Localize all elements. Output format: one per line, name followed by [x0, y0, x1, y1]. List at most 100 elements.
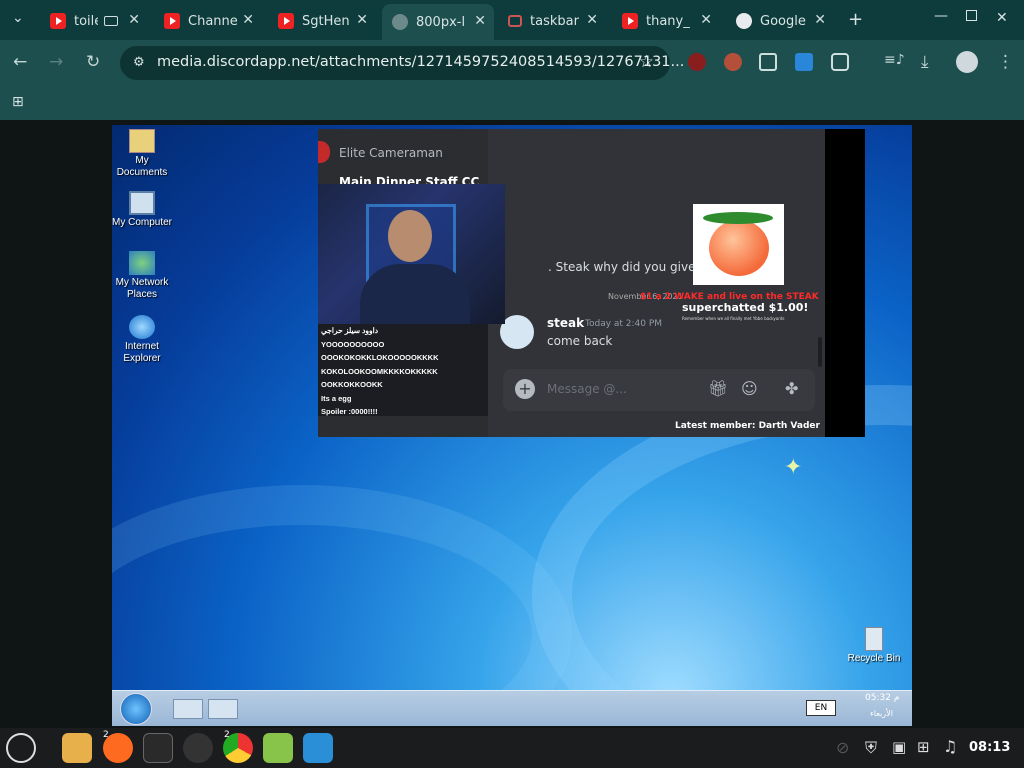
message-author: steak [547, 316, 585, 330]
mint-menu-icon[interactable] [6, 733, 36, 763]
menu-kebab-icon[interactable]: ⋮ [997, 52, 1014, 72]
desktop-icon-my-network-places[interactable]: My Network Places [112, 251, 174, 301]
network-icon[interactable]: ⊞ [917, 738, 930, 756]
apps-grid-icon[interactable]: ⊞ [12, 94, 24, 110]
youtube-icon [278, 13, 294, 29]
close-tab-icon[interactable]: ✕ [474, 13, 486, 29]
start-orb-icon[interactable] [120, 693, 152, 725]
tab-title: taskbar [530, 13, 579, 29]
channel-name: Elite Cameraman [339, 146, 443, 160]
url-text: media.discordapp.net/attachments/1271459… [157, 54, 685, 70]
text-editor-icon[interactable] [303, 733, 333, 763]
shield-icon[interactable]: ⛨ [865, 738, 877, 758]
tab-search-icon[interactable]: ⌄ [12, 10, 24, 26]
update-icon[interactable]: ⊘ [836, 738, 849, 757]
show-desktop-icon[interactable] [173, 699, 203, 719]
add-attachment-icon[interactable]: + [515, 379, 535, 399]
bookmark-star-icon[interactable]: ☆ [639, 52, 654, 72]
obs-icon[interactable] [183, 733, 213, 763]
minimize-button[interactable]: — [934, 8, 948, 24]
desktop-icon-label: My Computer [112, 217, 172, 228]
server-icon [318, 141, 330, 163]
leaf-icon [703, 212, 773, 224]
sticker-icon[interactable]: ☺ [741, 379, 758, 398]
system-taskbar: 2 2 ⊘ ⛨ ▣ ⊞ ♫ 08:13 [0, 728, 1024, 768]
translate-extension-icon[interactable] [795, 53, 813, 71]
tab-7[interactable]: Google ✕ [726, 6, 834, 36]
desktop-icon-label: My Documents [116, 155, 168, 178]
discord-stream-capture: Elite Cameraman Main Dinner Staff CC . S… [318, 129, 865, 437]
globe-icon [392, 14, 408, 30]
tab-4-active[interactable]: 800px-l ✕ [382, 4, 494, 40]
close-tab-icon[interactable]: ✕ [700, 12, 712, 28]
message-input[interactable]: + Message @... 🎁︎ ☺ ✤ [503, 369, 815, 411]
recycle-bin-icon [865, 627, 883, 651]
clock[interactable]: 08:13 [969, 740, 1010, 755]
script-extension-icon[interactable] [759, 53, 777, 71]
folder-icon [129, 129, 155, 153]
superchat-subtext: Remember when we all finally met Ybbe ba… [682, 316, 785, 321]
media-control-icon[interactable]: ≡♪ [884, 52, 905, 68]
clipboard-icon[interactable]: ▣ [892, 738, 906, 756]
calc-icon[interactable] [263, 733, 293, 763]
avatar [500, 315, 534, 349]
youtube-icon [50, 13, 66, 29]
desktop-icon-internet-explorer[interactable]: Internet Explorer [112, 315, 174, 365]
audio-icon[interactable]: ♫ [943, 737, 957, 756]
tab-5[interactable]: taskbar ✕ [498, 6, 606, 36]
youtube-icon [622, 13, 638, 29]
close-tab-icon[interactable]: ✕ [586, 12, 598, 28]
terminal-icon[interactable] [143, 733, 173, 763]
tab-6[interactable]: thany_ ✕ [612, 6, 720, 36]
language-indicator[interactable]: EN [806, 700, 836, 716]
close-tab-icon[interactable]: ✕ [356, 12, 368, 28]
new-tab-button[interactable]: + [848, 9, 863, 30]
streamer-body [360, 264, 470, 324]
desktop-icon-recycle-bin[interactable]: Recycle Bin [842, 627, 906, 665]
picture-in-picture-icon [104, 16, 118, 26]
tab-title: toile [74, 13, 98, 29]
back-button[interactable]: ← [13, 52, 27, 72]
desktop-icon-label: My Network Places [115, 277, 169, 300]
files-icon[interactable] [62, 733, 92, 763]
chat-line: YOOOOOOOOOO [321, 339, 385, 349]
latest-member-ticker: Latest member: Darth Vader [675, 421, 820, 431]
tab-1[interactable]: toile ✕ [40, 6, 148, 36]
address-bar[interactable]: ⚙ media.discordapp.net/attachments/12714… [120, 46, 684, 80]
chat-line: Spoiler :0000!!!! [321, 407, 378, 416]
close-tab-icon[interactable]: ✕ [242, 12, 254, 28]
download-icon[interactable]: ⤓ [921, 52, 929, 72]
scrollbar[interactable] [818, 337, 822, 367]
youtube-icon [164, 13, 180, 29]
forward-button[interactable]: → [49, 52, 63, 72]
desktop-icon-my-documents[interactable]: My Documents [112, 129, 174, 179]
chat-line: Its a egg [321, 393, 352, 403]
tab-title: Channe [188, 13, 238, 29]
close-tab-icon[interactable]: ✕ [128, 12, 140, 28]
ublock-icon[interactable] [688, 53, 706, 71]
extensions-puzzle-icon[interactable] [831, 53, 849, 71]
tab-3[interactable]: SgtHen ✕ [268, 6, 376, 36]
restore-button[interactable] [966, 10, 977, 21]
internet-explorer-icon [129, 315, 155, 339]
site-info-icon[interactable]: ⚙ [133, 55, 145, 70]
profile-avatar[interactable] [956, 51, 978, 73]
desktop-icon-label: Recycle Bin [847, 653, 901, 664]
cookie-extension-icon[interactable] [724, 53, 742, 71]
close-tab-icon[interactable]: ✕ [814, 12, 826, 28]
ie-quicklaunch-icon[interactable] [208, 699, 238, 719]
stream-chat-overlay: داوود سيلز حراجي YOOOOOOOOOO OOOKOKOKKLO… [318, 324, 488, 416]
desktop-icon-my-computer[interactable]: My Computer [112, 191, 174, 229]
tab-2[interactable]: Channe ✕ [154, 6, 262, 36]
tab-title: Google [760, 13, 806, 29]
computer-icon [129, 191, 155, 215]
apps-icon[interactable]: ✤ [785, 379, 798, 398]
wallpaper-swirl [112, 485, 572, 725]
window-count-badge: 2 [103, 730, 109, 740]
chat-message: . Steak why did you give up [548, 260, 715, 274]
reload-button[interactable]: ↻ [86, 52, 100, 72]
chat-line: OOOKOKOKKLOKOOOOOKKKK [321, 353, 439, 362]
tray-day: الأربعاء [870, 709, 893, 718]
gift-icon[interactable]: 🎁︎ [708, 379, 728, 398]
close-window-button[interactable]: ✕ [996, 10, 1008, 26]
